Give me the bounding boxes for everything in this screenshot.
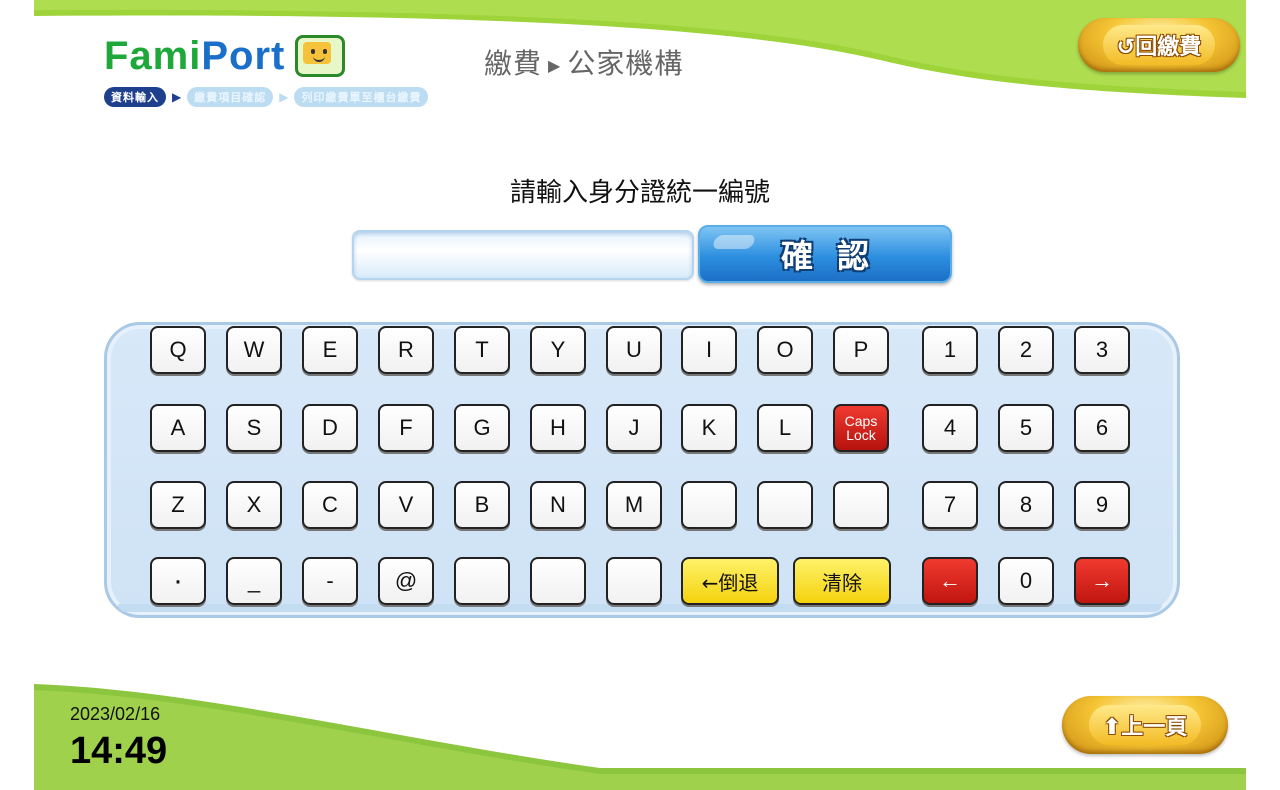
key-2[interactable]: 2 [998,326,1054,374]
confirm-button[interactable]: 確認 [698,225,952,283]
key-4[interactable]: 4 [922,404,978,452]
key-3[interactable]: 3 [1074,326,1130,374]
key-h[interactable]: H [530,404,586,452]
right-frame [1246,0,1280,790]
key-y[interactable]: Y [530,326,586,374]
step-confirm-items: 繳費項目確認 [187,87,274,107]
previous-page-button[interactable]: ⬆上一頁 [1062,696,1228,754]
key-9[interactable]: 9 [1074,481,1130,529]
previous-page-label: 上一頁 [1121,715,1188,740]
key-blank[interactable] [757,481,813,529]
logo-text-blue: Port [201,34,286,78]
key-q[interactable]: Q [150,326,206,374]
key-u[interactable]: U [606,326,662,374]
key-blank[interactable] [681,481,737,529]
key-blank[interactable] [530,557,586,605]
button-shine [711,235,757,249]
footer-time: 14:49 [70,730,168,772]
key-6[interactable]: 6 [1074,404,1130,452]
return-arrow-icon: ↺ [1116,35,1136,60]
arrow-up-icon: ⬆ [1102,715,1122,740]
key-dot-label: · [173,564,183,597]
key-k[interactable]: K [681,404,737,452]
back-to-payment-label: 回繳費 [1135,35,1202,60]
triangle-right-icon: ▶ [548,55,562,75]
key-b[interactable]: B [454,481,510,529]
confirm-label: 確認 [780,237,893,275]
step-data-input: 資料輸入 [104,87,166,107]
key-m[interactable]: M [606,481,662,529]
key-s[interactable]: S [226,404,282,452]
clear-key[interactable]: 清除 [793,557,891,605]
key-j[interactable]: J [606,404,662,452]
progress-steps: 資料輸入 ▶ 繳費項目確認 ▶ 列印繳費單至櫃台繳費 [104,87,429,107]
key-t[interactable]: T [454,326,510,374]
triangle-right-icon: ▶ [279,90,289,104]
arrow-left-icon: ← [939,568,961,593]
mascot-icon [295,35,346,77]
step-print-slip: 列印繳費單至櫃台繳費 [294,87,429,107]
triangle-right-icon: ▶ [172,90,182,104]
famiport-logo: FamiPort [104,34,346,78]
key-underscore[interactable]: _ [226,557,282,605]
key-blank[interactable] [454,557,510,605]
key-r[interactable]: R [378,326,434,374]
title-subcategory: 公家機構 [567,47,684,80]
key-c[interactable]: C [302,481,358,529]
key-n[interactable]: N [530,481,586,529]
input-prompt: 請輸入身分證統一編號 [509,178,770,208]
key-g[interactable]: G [454,404,510,452]
arrow-right-icon: → [1091,568,1113,593]
key-7[interactable]: 7 [922,481,978,529]
key-w[interactable]: W [226,326,282,374]
key-caps-lock[interactable]: Caps Lock [833,404,889,452]
cursor-left-key[interactable]: ← [922,557,978,605]
key-blank[interactable] [833,481,889,529]
page-title: 繳費 ▶ 公家機構 [484,42,683,82]
key-dot[interactable]: · [150,557,206,605]
logo-text-green: Fami [104,34,202,78]
key-f[interactable]: F [378,404,434,452]
key-e[interactable]: E [302,326,358,374]
key-v[interactable]: V [378,481,434,529]
key-d[interactable]: D [302,404,358,452]
left-frame [0,0,34,790]
key-o[interactable]: O [757,326,813,374]
key-p[interactable]: P [833,326,889,374]
backspace-key[interactable]: ←倒退 [681,557,779,605]
key-at[interactable]: @ [378,557,434,605]
back-to-payment-button[interactable]: ↺回繳費 [1078,18,1240,72]
key-a[interactable]: A [150,404,206,452]
key-z[interactable]: Z [150,481,206,529]
key-0[interactable]: 0 [998,557,1054,605]
kiosk-screen: FamiPort 繳費 ▶ 公家機構 資料輸入 ▶ 繳費項目確認 ▶ 列印繳費單至櫃… [0,0,1280,790]
cursor-right-key[interactable]: → [1074,557,1130,605]
key-blank[interactable] [606,557,662,605]
key-1[interactable]: 1 [922,326,978,374]
key-5[interactable]: 5 [998,404,1054,452]
title-category: 繳費 [484,47,543,80]
id-number-input[interactable] [352,230,694,280]
key-i[interactable]: I [681,326,737,374]
keyboard-panel-base [118,604,1162,612]
key-8[interactable]: 8 [998,481,1054,529]
footer-date: 2023/02/16 [70,704,161,724]
key-hyphen[interactable]: - [302,557,358,605]
key-x[interactable]: X [226,481,282,529]
key-l[interactable]: L [757,404,813,452]
